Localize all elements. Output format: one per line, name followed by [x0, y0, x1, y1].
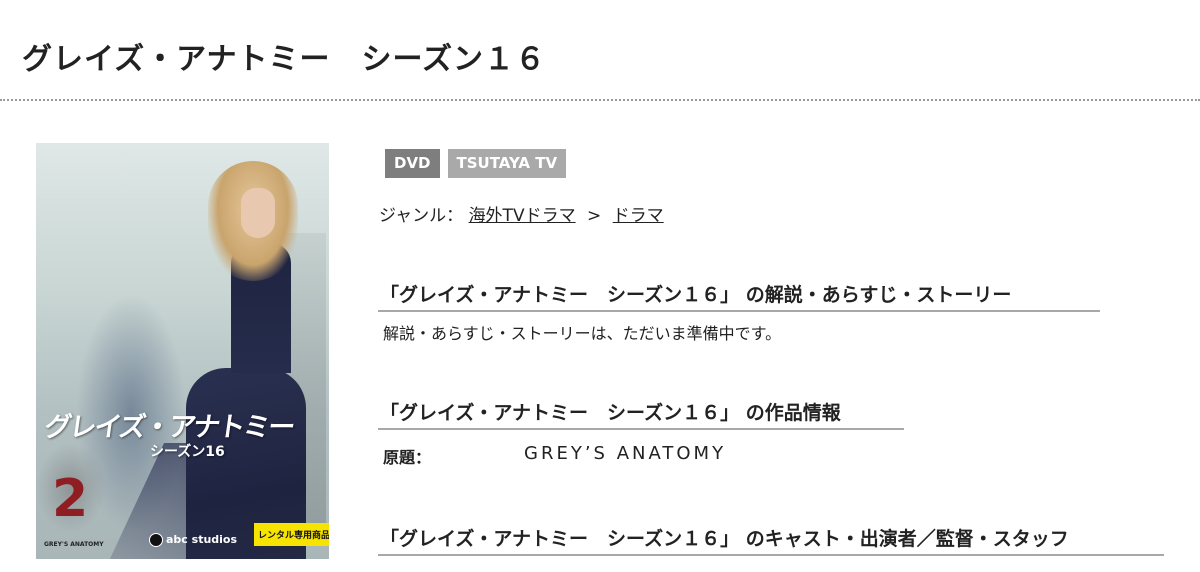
- genre-link-drama[interactable]: ドラマ: [613, 206, 664, 226]
- dvd-cover-image[interactable]: グレイズ・アナトミー シーズン16 2 GREY'S ANATOMY abc s…: [36, 143, 329, 559]
- synopsis-text: 解説・あらすじ・ストーリーは、ただいま準備中です。: [383, 324, 782, 343]
- genre-label: ジャンル：: [379, 206, 464, 226]
- format-badges: DVD TSUTAYA TV: [385, 149, 567, 178]
- poster-figure-face: [241, 188, 275, 238]
- abc-logo-icon: [149, 533, 163, 547]
- poster-series-logo: GREY'S ANATOMY: [44, 541, 104, 548]
- cast-staff-heading: 「グレイズ・アナトミー シーズン１６」 のキャスト・出演者／監督・スタッフ: [378, 524, 1164, 556]
- poster-rental-label: レンタル専用商品: [254, 523, 329, 546]
- synopsis-heading: 「グレイズ・アナトミー シーズン１６」 の解説・あらすじ・ストーリー: [378, 280, 1100, 312]
- tsutaya-tv-badge: TSUTAYA TV: [447, 149, 567, 178]
- genre-separator: >: [586, 206, 602, 226]
- poster-subtitle: シーズン16: [150, 444, 225, 460]
- original-title-label: 原題：: [383, 448, 432, 467]
- poster-title: グレイズ・アナトミー: [42, 412, 296, 443]
- page-title: グレイズ・アナトミー シーズン１６: [22, 42, 546, 78]
- title-divider: [0, 99, 1200, 101]
- genre-link-overseas-tv-drama[interactable]: 海外TVドラマ: [469, 206, 576, 226]
- genre-breadcrumb: ジャンル： 海外TVドラマ > ドラマ: [379, 201, 664, 226]
- poster-studio-name: abc studios: [166, 533, 238, 546]
- poster-volume-number: 2: [52, 469, 89, 529]
- original-title-value: GREY’S ANATOMY: [524, 443, 727, 464]
- poster-studio-logo: abc studios: [149, 533, 237, 547]
- work-info-heading: 「グレイズ・アナトミー シーズン１６」 の作品情報: [378, 398, 904, 430]
- dvd-badge: DVD: [385, 149, 440, 178]
